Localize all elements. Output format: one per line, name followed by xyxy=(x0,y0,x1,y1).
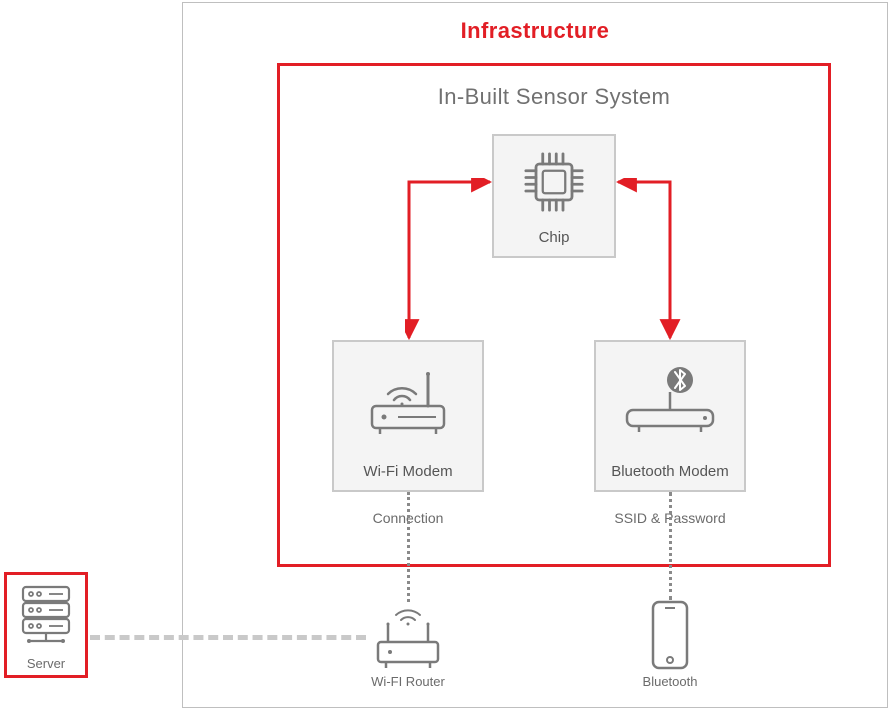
chip-icon xyxy=(494,136,614,229)
wifi-modem-icon xyxy=(334,342,482,463)
diagram-title: Infrastructure xyxy=(182,18,888,44)
dotted-link-wifi-router xyxy=(407,492,410,602)
dashed-link-server-router xyxy=(90,635,366,640)
bluetooth-modem-node: Bluetooth Modem xyxy=(594,340,746,492)
wifi-modem-node: Wi-Fi Modem xyxy=(332,340,484,492)
server-node: Server xyxy=(4,572,88,678)
wifi-modem-label: Wi-Fi Modem xyxy=(357,463,458,482)
diagram-canvas: Infrastructure In-Built Sensor System Ch… xyxy=(0,0,893,711)
chip-label: Chip xyxy=(533,229,576,248)
sensor-system-title: In-Built Sensor System xyxy=(277,84,831,110)
bluetooth-modem-icon xyxy=(596,342,744,463)
wifi-router-icon xyxy=(366,602,450,672)
bluetooth-device-icon xyxy=(640,598,700,676)
bluetooth-modem-label: Bluetooth Modem xyxy=(605,463,735,482)
chip-node: Chip xyxy=(492,134,616,258)
wifi-router-label: Wi-FI Router xyxy=(358,674,458,689)
dotted-link-bt-phone xyxy=(669,492,672,600)
server-label: Server xyxy=(27,656,65,671)
bluetooth-device-label: Bluetooth xyxy=(620,674,720,689)
server-icon xyxy=(7,575,85,656)
